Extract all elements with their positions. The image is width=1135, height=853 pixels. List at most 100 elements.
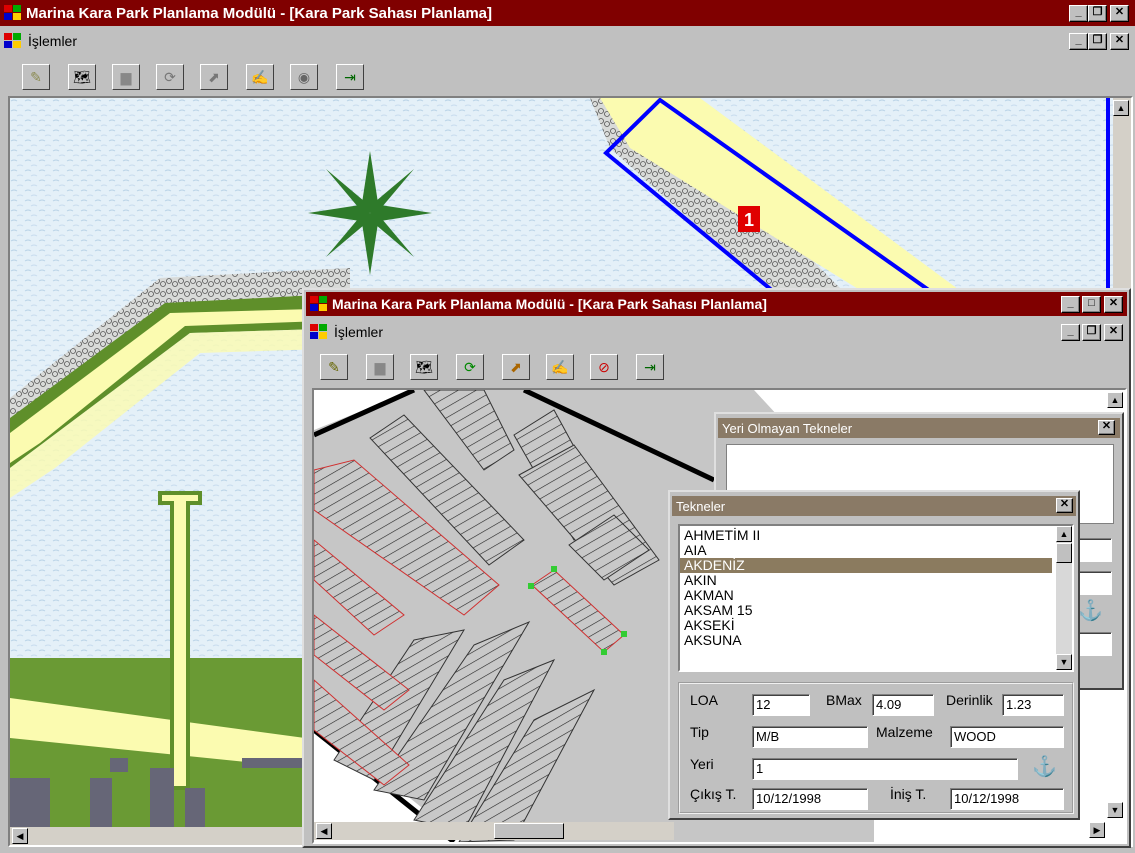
list-scroll-down-button[interactable]: ▼	[1056, 654, 1072, 670]
tip-field[interactable]: M/B	[752, 726, 868, 748]
loa-field[interactable]: 12	[752, 694, 810, 716]
arrow-up-icon: ▲	[1059, 529, 1069, 539]
child-scroll-down-button[interactable]: ▼	[1107, 802, 1123, 818]
child-toolbar-exit-button[interactable]: ⇥	[636, 354, 664, 380]
maximize-icon: □	[1088, 297, 1095, 309]
side-field-1[interactable]	[1076, 538, 1112, 562]
side-field-3[interactable]	[1076, 632, 1112, 656]
derinlik-field[interactable]: 1.23	[1002, 694, 1064, 716]
child-scroll-left-button[interactable]: ◀	[316, 823, 332, 839]
scroll-left-button[interactable]: ◀	[12, 828, 28, 844]
close-icon: ✕	[1101, 420, 1112, 432]
close-icon: ✕	[1059, 498, 1070, 510]
restore-button[interactable]: ❐	[1088, 5, 1107, 22]
child-close-button[interactable]: ✕	[1104, 296, 1123, 313]
child-toolbar: ✎ ▆ 🗺 ⟳ ⬈ ✍ ⊘ ⇥	[306, 348, 1127, 386]
boat-list-item[interactable]: AKMAN	[680, 588, 1052, 603]
toolbar-exit-button[interactable]: ⇥	[336, 64, 364, 90]
restore-icon: ❐	[1086, 325, 1097, 337]
derinlik-label: Derinlik	[946, 692, 993, 708]
loa-label: LOA	[690, 692, 719, 708]
toolbar-chart-button[interactable]: ⬈	[200, 64, 228, 90]
arrow-up-icon: ▲	[1116, 103, 1126, 113]
anchor-icon-side[interactable]: ⚓	[1078, 598, 1103, 623]
tekneler-panel: Tekneler ✕ AHMETİM II AIA AKDENİZ AKIN AKMAN…	[668, 490, 1080, 820]
child-doc-minimize-button[interactable]: _	[1061, 324, 1080, 341]
child-scroll-right-button[interactable]: ▶	[1089, 822, 1105, 838]
boat-list-item[interactable]: AKSUNA	[680, 633, 1052, 648]
malzeme-label: Malzeme	[876, 724, 933, 740]
tekneler-title-bar[interactable]: Tekneler ✕	[672, 496, 1076, 516]
child-minimize-button[interactable]: _	[1061, 296, 1080, 313]
minimize-button[interactable]: _	[1069, 5, 1088, 22]
scroll-up-button[interactable]: ▲	[1113, 100, 1129, 116]
inis-date-field[interactable]: 10/12/1998	[950, 788, 1064, 810]
restore-icon: ❐	[1092, 6, 1103, 18]
scroll-thumb[interactable]	[494, 823, 564, 839]
doc-minimize-button[interactable]: _	[1069, 33, 1088, 50]
child-toolbar-map-button[interactable]: 🗺	[410, 354, 438, 380]
list-scroll-up-button[interactable]: ▲	[1056, 526, 1072, 542]
refresh-icon: ⟳	[164, 69, 176, 85]
boat-list-item[interactable]: AKSAM 15	[680, 603, 1052, 618]
tekneler-title: Tekneler	[676, 498, 726, 514]
close-icon: ✕	[1108, 325, 1119, 337]
refresh-icon: ⟳	[464, 359, 476, 375]
main-menu-bar: İşlemler _ ❐ ✕	[0, 26, 1135, 56]
child-maximize-button[interactable]: □	[1082, 296, 1101, 313]
minimize-icon: _	[1075, 6, 1082, 18]
list-scroll-thumb[interactable]	[1056, 543, 1072, 563]
doc-close-button[interactable]: ✕	[1110, 33, 1129, 50]
child-toolbar-refresh-button[interactable]: ⟳	[456, 354, 484, 380]
arrow-up-icon: ▲	[1110, 395, 1120, 405]
side-field-2[interactable]	[1076, 571, 1112, 595]
child-toolbar-save-button[interactable]: ✎	[320, 354, 348, 380]
toolbar-globe-button[interactable]: ◉	[290, 64, 318, 90]
toolbar-map-button[interactable]: 🗺	[68, 64, 96, 90]
anchor-icon[interactable]: ⚓	[1032, 754, 1057, 779]
menu-islemler[interactable]: İşlemler	[28, 33, 77, 49]
child-scroll-up-button[interactable]: ▲	[1107, 392, 1123, 408]
bmax-label: BMax	[826, 692, 862, 708]
exit-icon: ⇥	[644, 359, 656, 375]
child-toolbar-chart-button[interactable]: ⬈	[502, 354, 530, 380]
boat-list-item[interactable]: AIA	[680, 543, 1052, 558]
boat-list-item[interactable]: AHMETİM II	[680, 528, 1052, 543]
child-horizontal-scrollbar[interactable]: ◀	[314, 822, 674, 840]
app-icon	[310, 296, 327, 311]
yeri-olmayan-close-button[interactable]: ✕	[1098, 420, 1115, 435]
main-window-title: Marina Kara Park Planlama Modülü - [Kara…	[26, 4, 493, 22]
main-title-bar[interactable]: Marina Kara Park Planlama Modülü - [Kara…	[0, 0, 1135, 26]
tekneler-close-button[interactable]: ✕	[1056, 498, 1073, 513]
main-horizontal-scrollbar[interactable]: ◀	[10, 827, 310, 845]
yeri-olmayan-title-bar[interactable]: Yeri Olmayan Tekneler ✕	[718, 418, 1120, 438]
child-toolbar-truck-button[interactable]: ▆	[366, 354, 394, 380]
yeri-field[interactable]: 1	[752, 758, 1018, 780]
close-button[interactable]: ✕	[1110, 5, 1129, 22]
child-toolbar-paint-button[interactable]: ✍	[546, 354, 574, 380]
child-menu-islemler[interactable]: İşlemler	[334, 324, 383, 340]
malzeme-field[interactable]: WOOD	[950, 726, 1064, 748]
globe-icon: ◉	[297, 69, 311, 85]
child-menu-bar: İşlemler _ ❐ ✕	[306, 318, 1127, 346]
app-icon	[4, 5, 21, 20]
map-slot-label: 1	[744, 210, 754, 230]
child-doc-close-button[interactable]: ✕	[1104, 324, 1123, 341]
boat-listbox[interactable]: AHMETİM II AIA AKDENİZ AKIN AKMAN AKSAM 15 AKS…	[678, 524, 1074, 672]
toolbar-truck-button[interactable]: ▆	[112, 64, 140, 90]
boat-list-item[interactable]: AKDENİZ	[680, 558, 1052, 573]
boat-details-group: LOA 12 BMax 4.09 Derinlik 1.23 Tip M/B M…	[678, 682, 1074, 814]
save-edit-icon: ✎	[30, 69, 42, 85]
toolbar-refresh-button[interactable]: ⟳	[156, 64, 184, 90]
child-title-bar[interactable]: Marina Kara Park Planlama Modülü - [Kara…	[306, 292, 1127, 316]
child-toolbar-cancel-button[interactable]: ⊘	[590, 354, 618, 380]
toolbar-save-button[interactable]: ✎	[22, 64, 50, 90]
doc-restore-button[interactable]: ❐	[1088, 33, 1107, 50]
boat-list-item[interactable]: AKSEKİ	[680, 618, 1052, 633]
boat-list-scrollbar[interactable]: ▲ ▼	[1056, 526, 1072, 670]
boat-list-item[interactable]: AKIN	[680, 573, 1052, 588]
child-doc-restore-button[interactable]: ❐	[1082, 324, 1101, 341]
cikis-date-field[interactable]: 10/12/1998	[752, 788, 868, 810]
toolbar-paint-button[interactable]: ✍	[246, 64, 274, 90]
bmax-field[interactable]: 4.09	[872, 694, 934, 716]
